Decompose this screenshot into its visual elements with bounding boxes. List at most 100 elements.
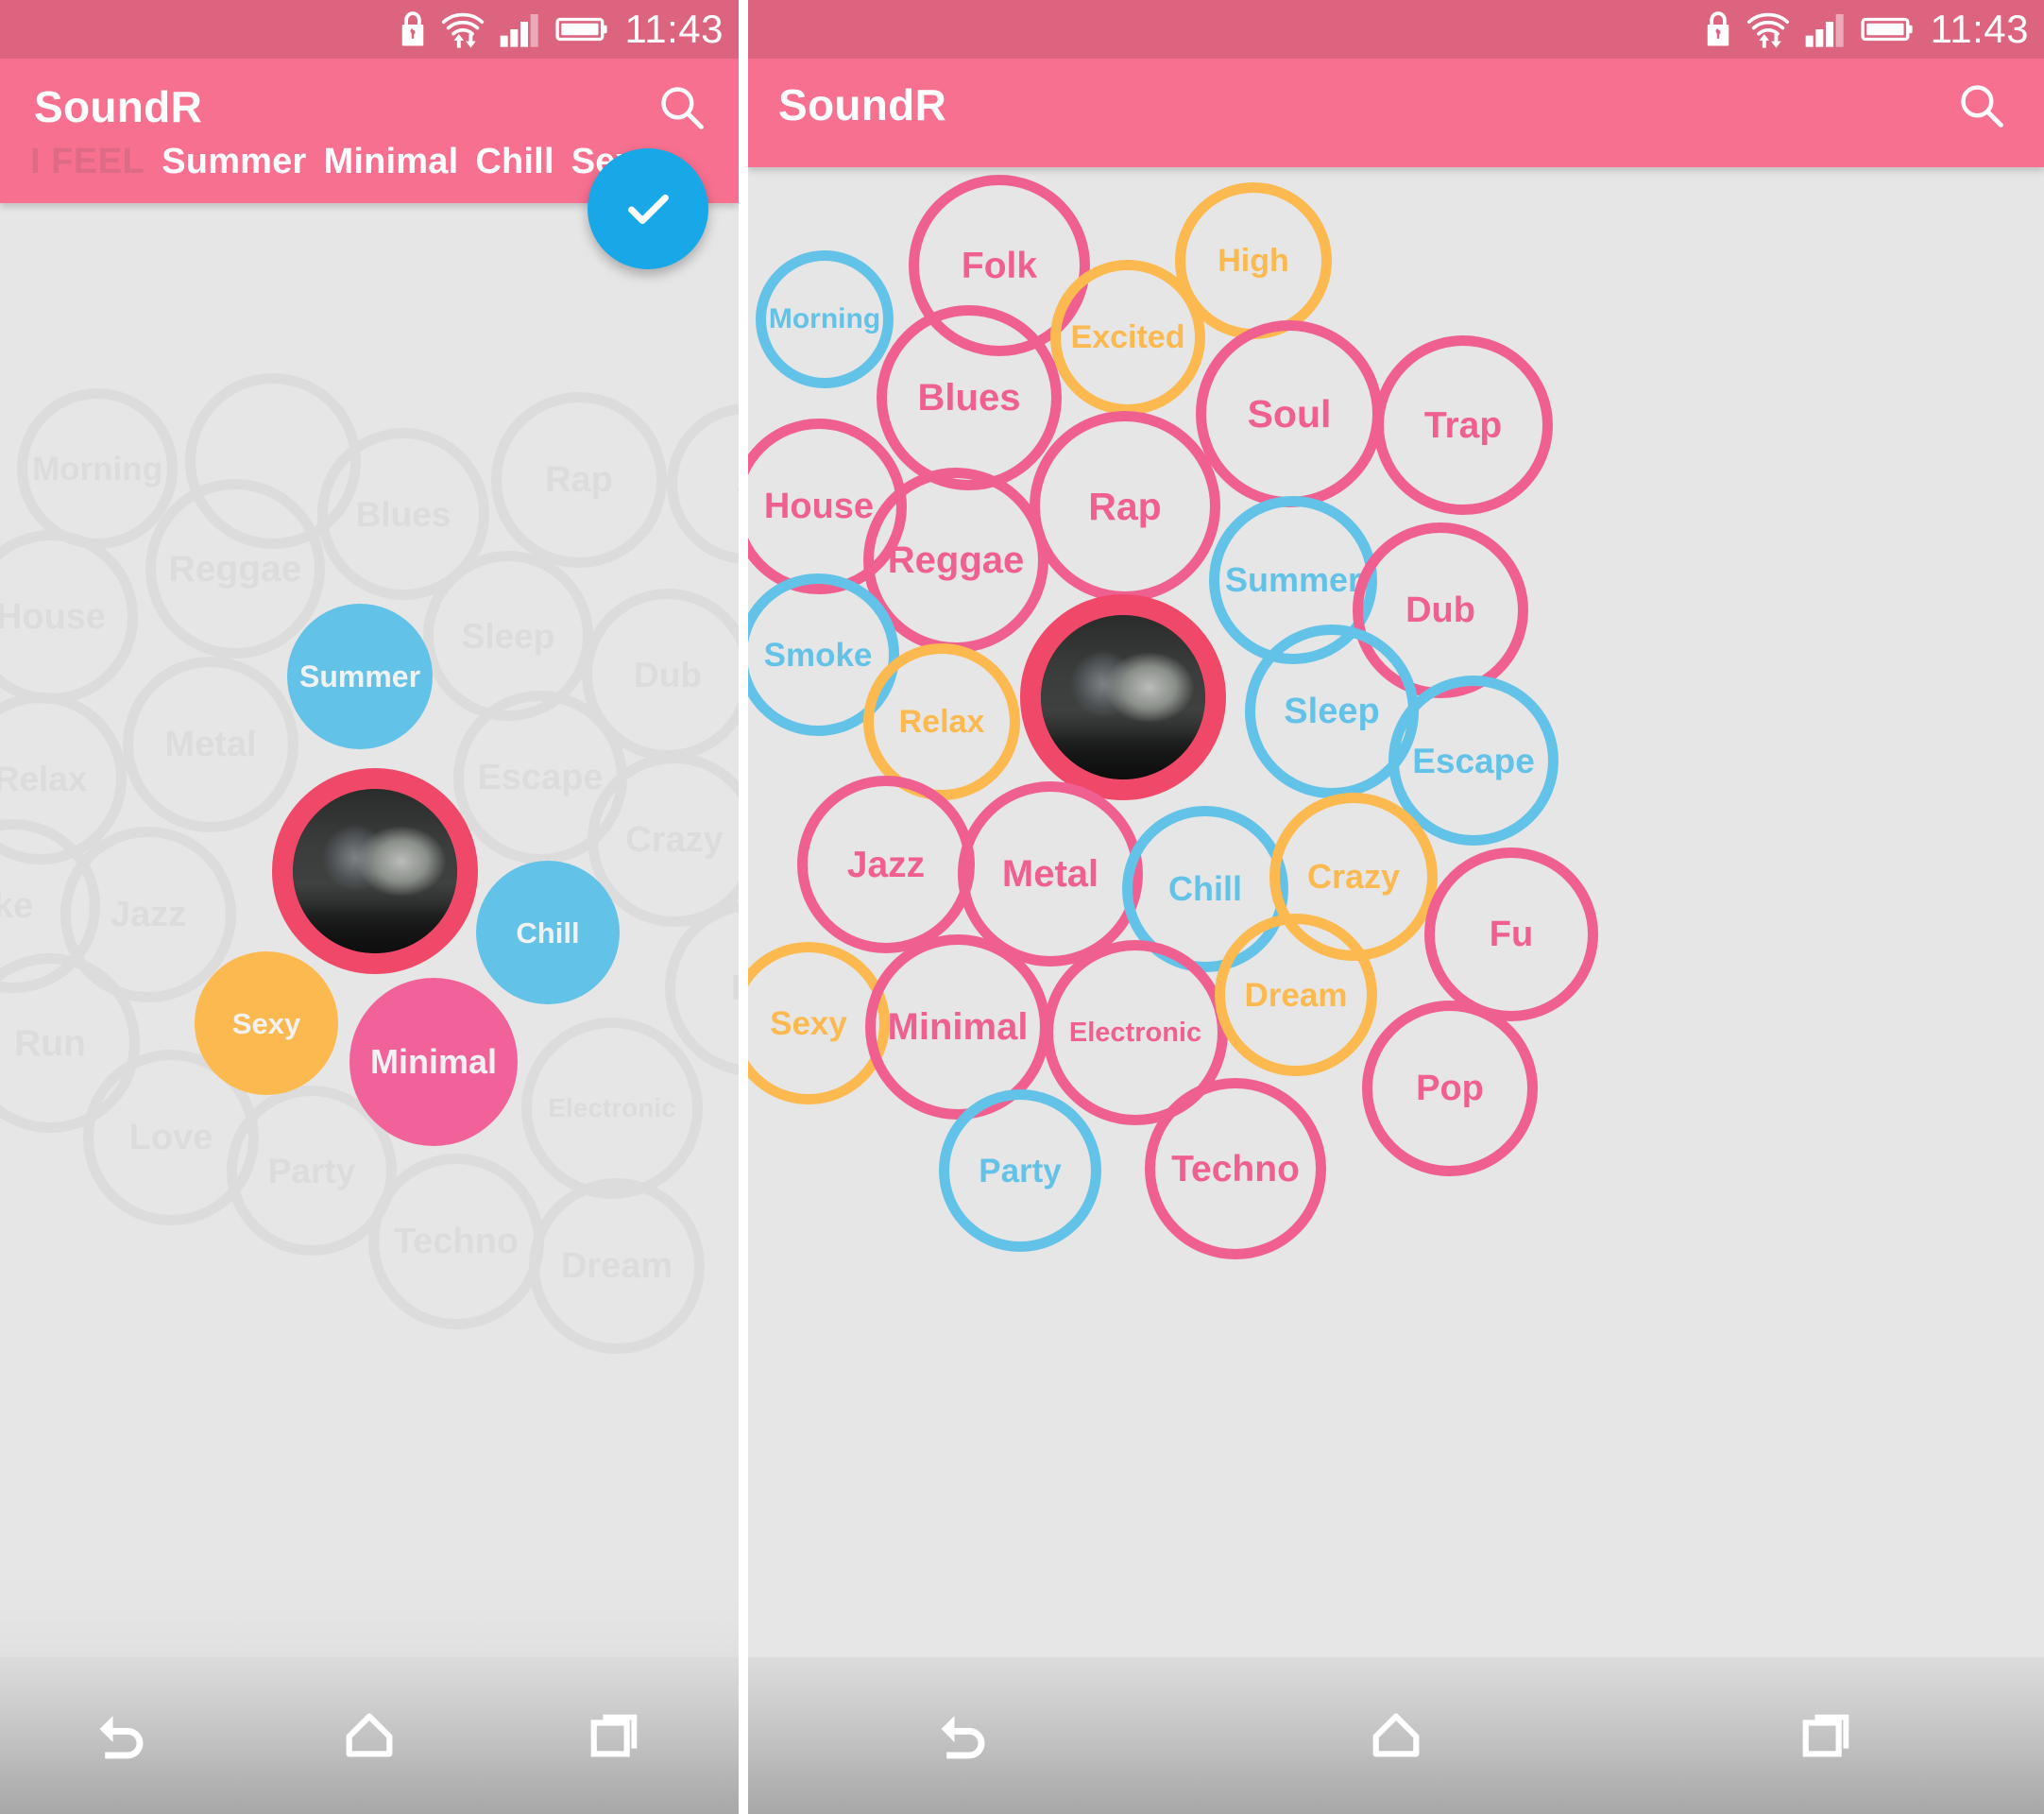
bubble-inactive[interactable]: Techno: [368, 1154, 544, 1329]
bubble-label: Sexy: [231, 1006, 301, 1040]
bubble-label: Blues: [917, 377, 1021, 419]
bubble-label: Run: [14, 1022, 86, 1064]
home-icon[interactable]: [313, 1684, 426, 1788]
bubble-tag[interactable]: Soul: [1196, 320, 1383, 507]
bubble-label: House: [0, 597, 107, 637]
recents-icon[interactable]: [559, 1684, 673, 1788]
tag-minimal[interactable]: Minimal: [324, 142, 459, 182]
bubble-label: Jazz: [110, 895, 187, 934]
bubble-label: Relax: [0, 759, 88, 798]
bubble-inactive[interactable]: House: [0, 530, 138, 704]
battery-icon: [1860, 13, 1914, 45]
search-icon[interactable]: [656, 81, 708, 134]
panel-divider: [739, 0, 748, 1814]
back-icon[interactable]: [908, 1684, 1021, 1788]
confirm-fab-button[interactable]: [588, 148, 708, 269]
bubble-inactive[interactable]: Electronic: [521, 1018, 703, 1199]
bubble-label: Reggae: [887, 539, 1025, 581]
bubble-label: Minimal: [369, 1042, 497, 1081]
bubble-label: Escape: [1412, 741, 1535, 780]
bubble-inactive[interactable]: S: [667, 403, 739, 564]
bubble-label: Rap: [545, 460, 613, 500]
bubble-inactive[interactable]: Morning: [17, 388, 178, 549]
search-icon[interactable]: [1955, 79, 2008, 132]
bubble-label: Reggae: [168, 548, 302, 590]
bubble-label: Sleep: [1284, 692, 1380, 731]
bubble-selected[interactable]: Summer: [287, 604, 433, 749]
now-playing-artwork-bubble[interactable]: [272, 768, 478, 974]
bubble-label: Escape: [477, 758, 604, 797]
bubble-tag[interactable]: Jazz: [797, 776, 975, 953]
home-icon[interactable]: [1339, 1684, 1453, 1788]
bubble-label: Folk: [961, 245, 1038, 286]
bubble-label: Electronic: [1068, 1017, 1202, 1048]
bubble-tag[interactable]: Excited: [1050, 260, 1205, 415]
bubble-label: Metal: [1001, 853, 1099, 895]
bubble-label: Techno: [393, 1222, 520, 1261]
now-playing-artwork-bubble[interactable]: [1020, 594, 1226, 800]
bubble-inactive[interactable]: Rap: [491, 392, 667, 568]
check-icon: [628, 194, 669, 225]
bubble-label: Sexy: [770, 1004, 847, 1042]
status-time: 11:43: [1930, 7, 2029, 51]
bubble-selected[interactable]: Chill: [476, 861, 620, 1004]
app-title: SoundR: [34, 82, 203, 131]
bubble-label: Crazy: [1306, 857, 1401, 896]
status-time: 11:43: [624, 7, 724, 51]
dual-screenshot: 11:43 SoundR I FEEL Summer Minimal Chill…: [0, 0, 2044, 1814]
bubble-selected[interactable]: Minimal: [349, 978, 518, 1146]
artwork-image: [1041, 615, 1205, 779]
right-bubble-canvas: Folk High Morning Excited Blues Soul Trap House…: [748, 0, 2044, 1814]
bubble-tag[interactable]: Party: [939, 1089, 1101, 1252]
tag-summer[interactable]: Summer: [162, 142, 306, 182]
bubble-tag[interactable]: Rap: [1030, 411, 1220, 602]
selected-tags-strip: I FEEL Summer Minimal Chill Sexy: [30, 142, 656, 182]
left-phone-screen: 11:43 SoundR I FEEL Summer Minimal Chill…: [0, 0, 739, 1814]
bubble-label: S: [736, 468, 739, 501]
bubble-inactive[interactable]: Metal: [123, 657, 298, 832]
bubble-label: ke: [0, 886, 34, 926]
signal-icon: [499, 10, 542, 48]
right-phone-screen: 11:43 SoundR Folk High Morning Excited Blues…: [748, 0, 2044, 1814]
recents-icon[interactable]: [1771, 1684, 1884, 1788]
bubble-tag[interactable]: Fu: [1424, 847, 1598, 1021]
bubble-label: Dream: [560, 1246, 673, 1286]
bubble-label: Dub: [634, 655, 702, 694]
bubble-label: Smoke: [763, 636, 873, 674]
bubble-label: Love: [128, 1118, 213, 1157]
right-app-bar: SoundR: [748, 59, 2044, 167]
bubble-label: Dub: [1405, 590, 1475, 630]
bubble-label: High: [1218, 243, 1289, 279]
bubble-label: Morning: [31, 450, 163, 488]
bubble-label: Party: [267, 1151, 356, 1190]
bubble-tag[interactable]: Morning: [756, 250, 894, 388]
bubble-label: Sleep: [461, 616, 555, 656]
bubble-tag[interactable]: Pop: [1362, 1001, 1538, 1176]
artwork-image: [293, 789, 457, 953]
tag-chill[interactable]: Chill: [475, 142, 554, 182]
bubble-label: House: [763, 487, 875, 526]
bubble-label: Pop: [1416, 1069, 1484, 1108]
left-bubble-canvas: Morning Rap S Blues Reggae House Sleep Dub Metal…: [0, 0, 739, 1814]
status-bar: 11:43: [748, 0, 2044, 59]
bubble-label: Rap: [1088, 484, 1162, 528]
bubble-tag[interactable]: Blues: [877, 305, 1062, 490]
android-nav-bar: [0, 1657, 739, 1814]
bubble-inactive[interactable]: Reggae: [145, 479, 325, 659]
bubble-label: Metal: [164, 725, 257, 764]
app-title: SoundR: [778, 80, 947, 129]
bubble-label: Relax: [898, 704, 985, 740]
back-icon[interactable]: [66, 1684, 179, 1788]
bubble-label: Dream: [1244, 976, 1348, 1014]
bubble-tag[interactable]: Trap: [1373, 335, 1553, 515]
bubble-label: Fu: [731, 970, 739, 1006]
bubble-label: Party: [979, 1152, 1062, 1189]
lock-icon: [1704, 10, 1732, 48]
lock-icon: [399, 10, 427, 48]
bubble-tag[interactable]: Techno: [1145, 1078, 1326, 1259]
bubble-label: Electronic: [548, 1093, 676, 1122]
bubble-selected[interactable]: Sexy: [195, 951, 338, 1095]
bubble-tag[interactable]: Dream: [1215, 914, 1377, 1076]
android-nav-bar: [748, 1657, 2044, 1814]
bubble-inactive[interactable]: Dream: [529, 1178, 705, 1354]
